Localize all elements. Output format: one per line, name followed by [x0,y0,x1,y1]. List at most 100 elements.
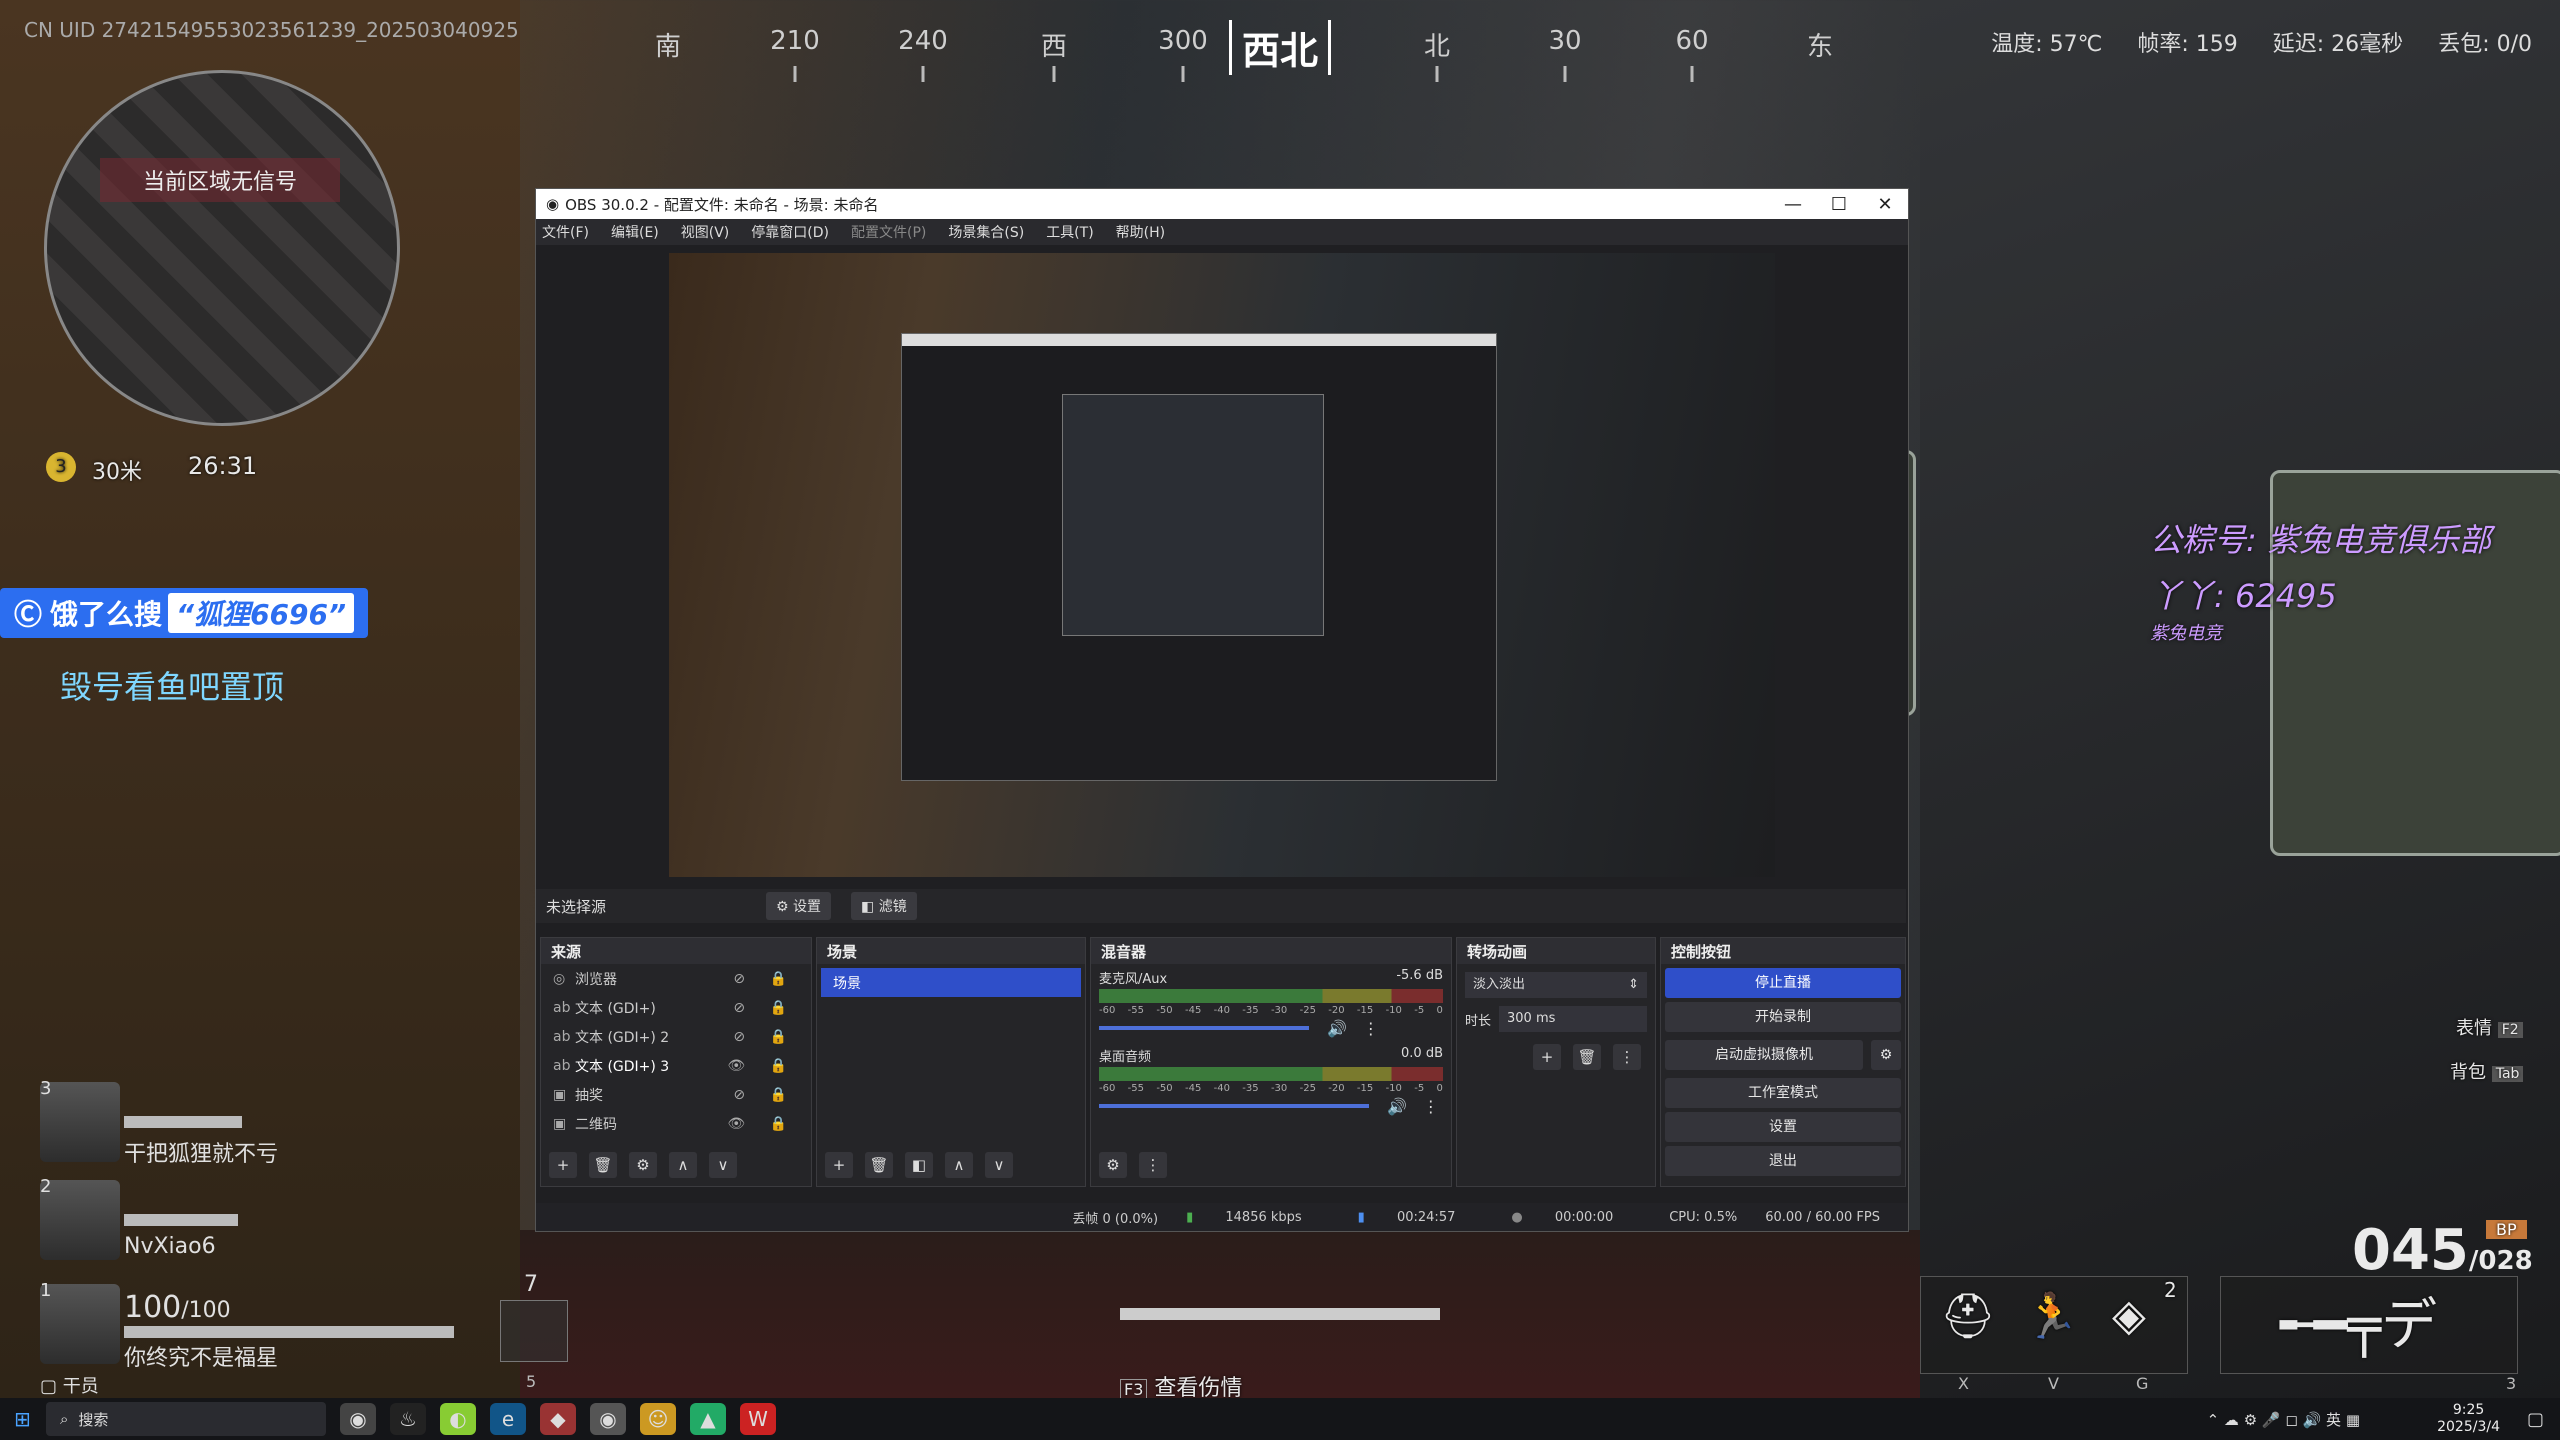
studio-mode-button[interactable]: 工作室模式 [1665,1078,1901,1108]
mixer-menu-button[interactable]: ⋮ [1139,1152,1167,1178]
app-icon[interactable]: ◆ [540,1403,576,1435]
move-up-button[interactable]: ∧ [669,1152,697,1178]
maximize-icon[interactable]: ☐ [1816,194,1862,215]
menu-help[interactable]: 帮助(H) [1116,222,1165,242]
source-item[interactable]: ab 文本 (GDI+) 2 ⊘ 🔒 [541,1022,811,1051]
stop-streaming-button[interactable]: 停止直播 [1665,968,1901,998]
player-name: 你终究不是福星 [124,1346,279,1371]
source-item[interactable]: ▣ 二维码 👁 🔒 [541,1109,811,1138]
mixer-dock-title: 混音器 [1091,938,1451,964]
scale-tick: -30 [1270,1005,1288,1016]
settings-button[interactable]: 设置 [1665,1112,1901,1142]
add-scene-button[interactable]: + [825,1152,853,1178]
transition-select[interactable]: 淡入淡出 ⇕ [1465,972,1647,998]
compass-mark: 北 [1423,32,1451,62]
source-toolbar: 未选择源 ⚙ 设置 ◧ 滤镜 [536,889,1906,923]
start-recording-button[interactable]: 开始录制 [1665,1002,1901,1032]
app-icon[interactable]: ☺ [640,1403,676,1435]
scene-item-selected[interactable]: 场景 [821,968,1081,997]
record-icon: ● [1511,1209,1523,1225]
scene-filters-button[interactable]: ◧ [905,1152,933,1178]
visibility-lock-icons[interactable]: ⊘ 🔒 [733,1029,797,1045]
minimize-icon[interactable]: — [1770,194,1816,215]
scale-tick: -50 [1156,1083,1173,1094]
windows-taskbar: ⊞ ⌕ 搜索 ◉ ♨ ◐ e ◆ ◉ ☺ ▲ W ⌃ ☁ ⚙ 🎤 ◻ 🔊 英 ▦ … [0,1398,2560,1440]
windows-start-icon[interactable]: ⊞ [14,1407,31,1431]
edge-icon[interactable]: e [490,1403,526,1435]
source-item[interactable]: ab 文本 (GDI+) 3 👁 🔒 [541,1051,811,1080]
visibility-lock-icons[interactable]: 👁 🔒 [727,1058,797,1074]
stat-packet-loss: 丢包: 0/0 [2438,32,2532,57]
key-v: V [2048,1374,2059,1393]
emote-key: F2 [2497,1022,2523,1038]
menu-file[interactable]: 文件(F) [542,222,589,242]
self-health-value: 100 [124,1290,182,1325]
menu-docks[interactable]: 停靠窗口(D) [751,222,829,242]
remove-source-button[interactable]: 🗑 [589,1152,617,1178]
desktop-speaker-icon[interactable]: 🔊 [1387,1097,1407,1116]
scale-tick: -60 [1099,1083,1116,1094]
menu-scene-collection[interactable]: 场景集合(S) [948,222,1024,242]
steam-icon[interactable]: ♨ [390,1403,426,1435]
text-source-icon: ab [553,1028,571,1045]
mic-speaker-icon[interactable]: 🔊 [1327,1019,1347,1038]
obs-taskbar-icon[interactable]: ◉ [590,1403,626,1435]
visibility-lock-icons[interactable]: 👁 🔒 [727,1116,797,1132]
app-icon[interactable]: ▲ [690,1403,726,1435]
audio-settings-button[interactable]: ⚙ [1099,1152,1127,1178]
source-name: 抽奖 [575,1087,603,1104]
app-icon[interactable]: ◐ [440,1403,476,1435]
obs-preview[interactable] [669,253,1775,877]
mic-level-db: -5.6 dB [1396,968,1443,983]
menu-edit[interactable]: 编辑(E) [611,222,659,242]
scene-down-button[interactable]: ∨ [985,1152,1013,1178]
remove-scene-button[interactable]: 🗑 [865,1152,893,1178]
add-transition-button[interactable]: + [1533,1044,1561,1070]
desktop-volume-slider[interactable] [1099,1104,1369,1108]
chrome-icon[interactable]: ◉ [340,1403,376,1435]
notification-icon[interactable]: ▢ [2527,1409,2544,1430]
compass-tick [921,66,925,82]
visibility-lock-icons[interactable]: ⊘ 🔒 [733,1000,797,1016]
taskbar-clock[interactable]: 9:25 2025/3/4 [2437,1402,2500,1436]
source-settings-button[interactable]: ⚙ 设置 [766,892,832,920]
duration-input[interactable]: 300 ms [1499,1006,1647,1032]
virtual-camera-settings-icon[interactable]: ⚙ [1871,1040,1901,1070]
start-virtual-camera-button[interactable]: 启动虚拟摄像机 [1665,1040,1863,1070]
visibility-lock-icons[interactable]: ⊘ 🔒 [733,1087,797,1103]
wps-icon[interactable]: W [740,1403,776,1435]
remove-transition-button[interactable]: 🗑 [1573,1044,1601,1070]
tray-icons[interactable]: ⌃ ☁ ⚙ 🎤 ◻ 🔊 英 ▦ [2207,1409,2360,1430]
transitions-dock-title: 转场动画 [1457,938,1655,964]
mic-volume-slider[interactable] [1099,1026,1309,1030]
desktop-options-icon[interactable]: ⋮ [1423,1097,1439,1116]
source-filters-button[interactable]: ◧ 滤镜 [851,892,917,920]
taskbar-search[interactable]: ⌕ 搜索 [46,1402,326,1436]
source-properties-button[interactable]: ⚙ [629,1152,657,1178]
mic-options-icon[interactable]: ⋮ [1363,1019,1379,1038]
desktop-scale: -60 -55 -50 -45 -40 -35 -30 -25 -20 -15 -10 -5 0 [1099,1083,1443,1094]
ammo-reserve: /028 [2468,1246,2533,1276]
exit-button[interactable]: 退出 [1665,1146,1901,1176]
source-item[interactable]: ▣ 抽奖 ⊘ 🔒 [541,1080,811,1109]
scale-tick: -10 [1385,1005,1402,1016]
menu-view[interactable]: 视图(V) [681,222,730,242]
source-item[interactable]: ab 文本 (GDI+) ⊘ 🔒 [541,993,811,1022]
compass-tick [1435,66,1439,82]
scale-tick: -50 [1156,1005,1173,1016]
close-icon[interactable]: ✕ [1862,194,1908,215]
transition-menu-button[interactable]: ⋮ [1613,1044,1641,1070]
visibility-lock-icons[interactable]: ⊘ 🔒 [733,971,797,987]
add-source-button[interactable]: + [549,1152,577,1178]
menu-tools[interactable]: 工具(T) [1046,222,1093,242]
scene-up-button[interactable]: ∧ [945,1152,973,1178]
move-down-button[interactable]: ∨ [709,1152,737,1178]
compass-mark: 南 [654,32,682,62]
source-item[interactable]: ◎ 浏览器 ⊘ 🔒 [541,964,811,993]
logo-line-2: 丫丫: 62495 [2150,577,2337,615]
menu-profile[interactable]: 配置文件(P) [851,222,926,242]
sponsor-keyword: “狐狸6696” [168,593,355,633]
compass-mark: 60 [1675,26,1709,56]
obs-window[interactable]: ◉ OBS 30.0.2 - 配置文件: 未命名 - 场景: 未命名 — ☐ ✕… [535,188,1909,1232]
obs-title-bar[interactable]: ◉ OBS 30.0.2 - 配置文件: 未命名 - 场景: 未命名 — ☐ ✕ [536,189,1908,219]
